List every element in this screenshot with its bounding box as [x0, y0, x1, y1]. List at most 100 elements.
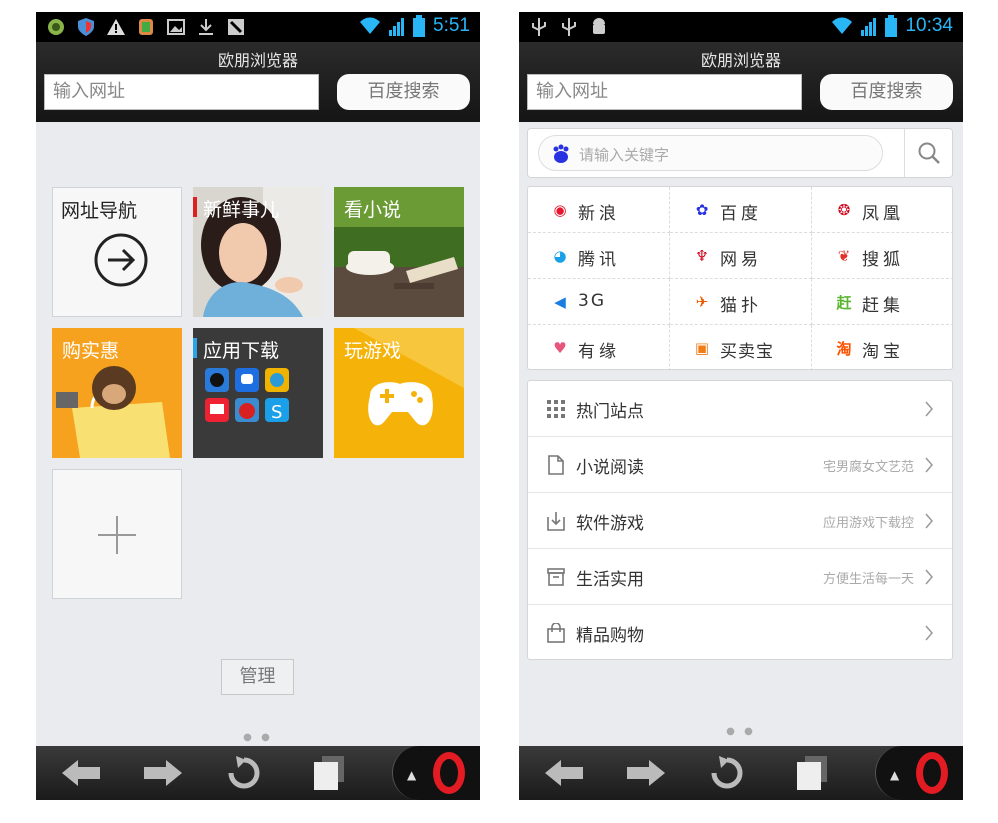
site-label: 网易 — [720, 250, 762, 270]
site-label: 赶集 — [862, 296, 904, 316]
download-status-icon — [199, 19, 213, 35]
site-baidu[interactable]: ✿ 百度 — [670, 187, 812, 233]
url-input[interactable]: 输入网址 — [527, 74, 802, 110]
tile-url-navigation[interactable]: 网址导航 — [52, 187, 182, 317]
tile-shopping[interactable]: 购实惠 — [52, 328, 182, 458]
image-icon — [167, 19, 185, 35]
android-debug-icon — [593, 18, 605, 34]
keyword-input[interactable]: 请输入关键字 — [538, 135, 883, 171]
site-ifeng[interactable]: ❂ 凤凰 — [812, 187, 954, 233]
tile-accent — [193, 197, 197, 217]
baidu-search-button[interactable]: 百度搜索 — [820, 74, 953, 110]
tile-add[interactable] — [52, 469, 182, 599]
opera-menu-button[interactable]: ▲ — [875, 746, 963, 800]
tile-label: 看小说 — [344, 199, 402, 221]
mop-icon: ✈ — [695, 293, 709, 311]
reload-button[interactable] — [222, 756, 266, 790]
ifeng-icon: ❂ — [837, 201, 851, 219]
forward-button[interactable] — [140, 756, 184, 790]
chevron-right-icon — [925, 569, 933, 585]
site-label: 腾讯 — [578, 250, 620, 270]
site-label: 新浪 — [578, 204, 620, 224]
tile-novels[interactable]: 看小说 — [334, 187, 464, 317]
wifi-icon — [360, 17, 381, 34]
status-right: 10:34 — [831, 15, 953, 37]
baidu-search-button[interactable]: 百度搜索 — [337, 74, 470, 110]
browser-header: 欧朋浏览器 输入网址 百度搜索 — [519, 42, 963, 122]
signal-icon — [861, 18, 877, 36]
site-sina[interactable]: ◉ 新浪 — [528, 187, 670, 233]
category-subtitle: 应用游戏下载控 — [822, 516, 914, 531]
tile-news[interactable]: 新鲜事儿 — [193, 187, 323, 317]
grid-dots-icon — [547, 400, 565, 418]
usb-icon — [532, 18, 546, 36]
tile-label: 新鲜事儿 — [203, 199, 280, 221]
reload-button[interactable] — [705, 756, 749, 790]
browser-header: 欧朋浏览器 输入网址 百度搜索 — [36, 42, 480, 122]
site-3g[interactable]: ◀ 3G — [528, 279, 670, 325]
phone-screen-right: 10:34 欧朋浏览器 输入网址 百度搜索 请输入关键字 ◉ 新浪 ✿ 百度 ❂… — [519, 12, 963, 800]
arrow-circle-icon — [94, 233, 148, 287]
image-download-icon — [228, 19, 244, 35]
page-indicator: ● ● — [243, 732, 273, 743]
heart-icon: ♥ — [553, 339, 567, 357]
site-maimaibao[interactable]: ▣ 买卖宝 — [670, 325, 812, 371]
tile-label: 购实惠 — [62, 340, 120, 362]
tile-games[interactable]: 玩游戏 — [334, 328, 464, 458]
category-life-utilities[interactable]: 生活实用 方便生活每一天 — [528, 549, 952, 605]
category-software-games[interactable]: 软件游戏 应用游戏下载控 — [528, 493, 952, 549]
security-app-icon — [139, 19, 153, 35]
keyword-placeholder: 请输入关键字 — [579, 146, 670, 164]
site-netease[interactable]: ♆ 网易 — [670, 233, 812, 279]
site-grid: ◉ 新浪 ✿ 百度 ❂ 凤凰 ◕ 腾讯 ♆ 网易 ❦ 搜狐 ◀ 3G ✈ 猫扑 … — [527, 186, 954, 371]
forward-button[interactable] — [623, 756, 667, 790]
manage-button[interactable]: 管理 — [221, 659, 294, 695]
baidu-paw-icon — [553, 144, 569, 163]
search-icon — [918, 142, 940, 164]
category-subtitle: 宅男腐女文艺范 — [822, 460, 914, 475]
chevron-right-icon — [925, 513, 933, 529]
site-youyuan[interactable]: ♥ 有缘 — [528, 325, 670, 371]
site-taobao[interactable]: 淘 淘宝 — [812, 325, 954, 371]
tile-app-download[interactable]: 应用下载 S — [193, 328, 323, 458]
back-button[interactable] — [60, 756, 104, 790]
site-mop[interactable]: ✈ 猫扑 — [670, 279, 812, 325]
signal-icon — [389, 18, 405, 36]
svg-text:S: S — [271, 402, 282, 423]
site-tencent[interactable]: ◕ 腾讯 — [528, 233, 670, 279]
category-subtitle: 方便生活每一天 — [822, 572, 914, 587]
wifi-icon — [832, 17, 853, 34]
keyword-search-button[interactable] — [904, 129, 952, 177]
taobao-icon: 淘 — [836, 339, 852, 358]
category-label: 软件游戏 — [576, 514, 644, 534]
shield-icon — [78, 18, 94, 36]
tabs-button[interactable] — [308, 756, 352, 790]
site-ganji[interactable]: 赶 赶集 — [812, 279, 954, 325]
tencent-icon: ◕ — [553, 247, 567, 265]
tabs-button[interactable] — [791, 756, 835, 790]
category-hot-sites[interactable]: 热门站点 — [528, 381, 952, 437]
netease-icon: ♆ — [695, 247, 709, 265]
site-sohu[interactable]: ❦ 搜狐 — [812, 233, 954, 279]
box-icon — [547, 568, 565, 586]
bottom-toolbar: ▲ — [36, 746, 480, 800]
back-button[interactable] — [543, 756, 587, 790]
status-time: 5:51 — [433, 15, 470, 36]
opera-logo-icon — [916, 752, 948, 794]
usb-icon — [562, 18, 576, 36]
bottom-toolbar: ▲ — [519, 746, 963, 800]
category-novels[interactable]: 小说阅读 宅男腐女文艺范 — [528, 437, 952, 493]
category-shopping[interactable]: 精品购物 — [528, 605, 952, 661]
app-icons-grid: S — [205, 368, 289, 423]
phone-screen-left: 5:51 欧朋浏览器 输入网址 百度搜索 网址导航 新鲜事儿 看小说 购实惠 应… — [36, 12, 480, 800]
ganji-icon: 赶 — [836, 293, 852, 312]
warning-icon — [107, 19, 125, 35]
opera-menu-button[interactable]: ▲ — [392, 746, 480, 800]
notification-icons — [529, 16, 609, 38]
site-label: 淘宝 — [862, 342, 904, 362]
chevron-right-icon — [925, 457, 933, 473]
url-input[interactable]: 输入网址 — [44, 74, 319, 110]
battery-icon — [885, 15, 898, 37]
download-icon — [547, 512, 565, 531]
status-time: 10:34 — [905, 15, 953, 36]
